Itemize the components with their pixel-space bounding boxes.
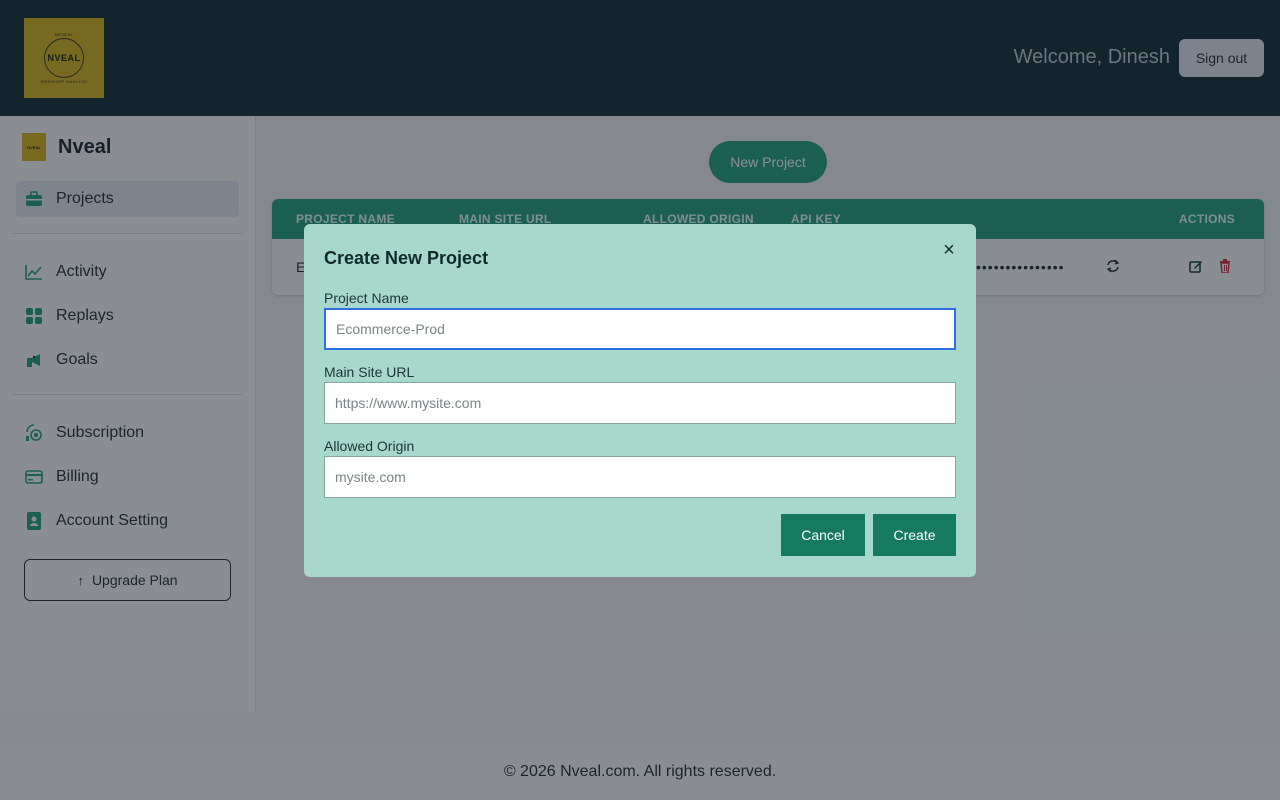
main-site-url-input[interactable] <box>324 382 956 424</box>
project-name-label: Project Name <box>324 290 409 306</box>
create-project-modal: Create New Project × Project Name Main S… <box>304 224 976 577</box>
modal-title: Create New Project <box>324 248 489 268</box>
cancel-button[interactable]: Cancel <box>781 514 865 556</box>
allowed-origin-label: Allowed Origin <box>324 438 415 454</box>
main-site-url-label: Main Site URL <box>324 364 415 380</box>
allowed-origin-input[interactable] <box>324 456 956 498</box>
project-name-input[interactable] <box>324 308 956 350</box>
close-icon[interactable]: × <box>940 240 958 260</box>
create-button[interactable]: Create <box>873 514 956 556</box>
